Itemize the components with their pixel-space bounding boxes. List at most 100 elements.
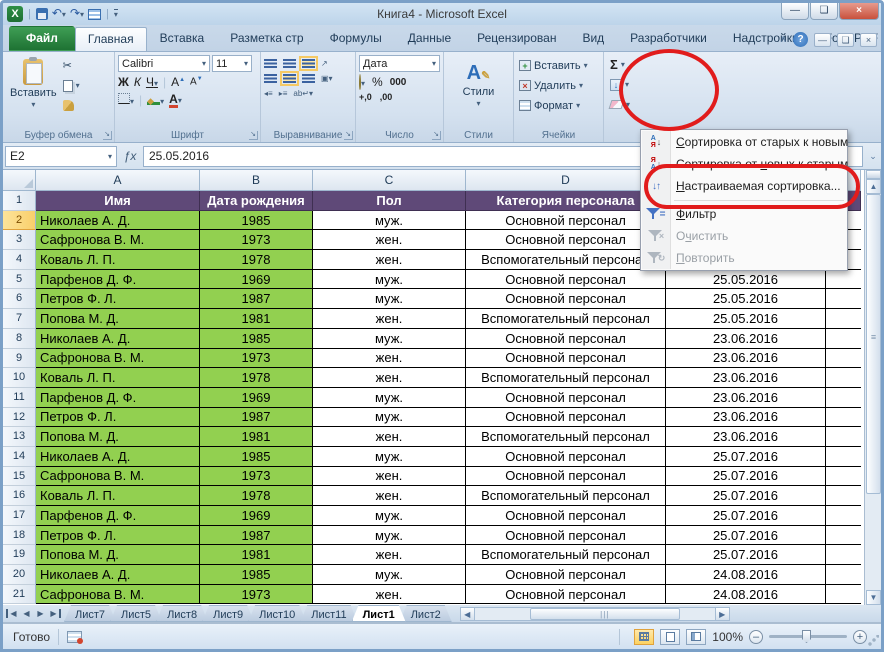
cell-gender[interactable]: жен. (313, 467, 466, 487)
cell-gender[interactable]: муж. (313, 289, 466, 309)
workbook-restore-icon[interactable]: ❏ (837, 33, 854, 47)
insert-cells-button[interactable]: +Вставить▾ (517, 57, 600, 74)
row-header[interactable]: 18 (3, 526, 36, 546)
workbook-close-icon[interactable]: × (860, 33, 877, 47)
comma-style-button[interactable]: 000 (390, 77, 407, 88)
cell-gender[interactable]: жен. (313, 309, 466, 329)
cell-name[interactable]: Петров Ф. Л. (36, 289, 200, 309)
cell-partial[interactable] (826, 506, 861, 526)
row-header[interactable]: 11 (3, 388, 36, 408)
cell-category[interactable]: Основной персонал (466, 211, 666, 231)
cell-gender[interactable]: муж. (313, 329, 466, 349)
sheet-tab-лист7[interactable]: Лист7 (64, 605, 116, 622)
column-header-c[interactable]: C (313, 170, 466, 191)
ribbon-tab-файл[interactable]: Файл (9, 26, 75, 51)
cell-category[interactable]: Основной персонал (466, 585, 666, 605)
row-header[interactable]: 20 (3, 565, 36, 585)
cell-name[interactable]: Николаев А. Д. (36, 447, 200, 467)
scroll-left-arrow[interactable]: ◀ (460, 607, 475, 621)
cell-partial[interactable] (826, 447, 861, 467)
zoom-out-button[interactable]: – (749, 630, 763, 644)
cell-partial[interactable] (826, 368, 861, 388)
styles-button[interactable]: А✎ Стили ▾ (447, 61, 510, 112)
font-name-combo[interactable]: Calibri▾ (118, 55, 210, 72)
cell-category[interactable]: Вспомогательный персонал (466, 427, 666, 447)
format-cells-button[interactable]: Формат▾ (517, 97, 600, 114)
cell-category[interactable]: Вспомогательный персонал (466, 486, 666, 506)
format-painter-button[interactable] (61, 97, 82, 114)
cell-date[interactable]: 25.07.2016 (666, 447, 826, 467)
ribbon-tab-вид[interactable]: Вид (569, 26, 617, 51)
scroll-down-arrow[interactable]: ▼ (866, 590, 881, 605)
macro-record-icon[interactable] (67, 631, 82, 643)
resize-grip[interactable] (867, 635, 879, 647)
cell-category[interactable]: Основной персонал (466, 526, 666, 546)
cell-name[interactable]: Парфенов Д. Ф. (36, 506, 200, 526)
row-header[interactable]: 2 (3, 211, 36, 231)
shrink-font-button[interactable]: А▼ (190, 76, 203, 87)
row-header[interactable]: 19 (3, 545, 36, 565)
cell-name[interactable]: Сафронова В. М. (36, 467, 200, 487)
cell-partial[interactable] (826, 270, 861, 290)
ribbon-tab-разметка-стр[interactable]: Разметка стр (217, 26, 316, 51)
row-header[interactable]: 8 (3, 329, 36, 349)
cell-birth-year[interactable]: 1985 (200, 329, 313, 349)
cell-date[interactable]: 25.07.2016 (666, 526, 826, 546)
next-sheet-icon[interactable]: ▶ (34, 609, 47, 618)
align-right-icon[interactable] (302, 74, 315, 83)
alignment-dialog-launcher[interactable]: ↘ (344, 131, 353, 140)
cell-partial[interactable] (826, 309, 861, 329)
wrap-text-icon[interactable]: ab↵▾ (293, 89, 313, 98)
autosum-button[interactable]: Σ▾ (608, 56, 632, 73)
cell-birth-year[interactable]: 1973 (200, 585, 313, 605)
column-header-d[interactable]: D (466, 170, 666, 191)
align-center-icon[interactable] (283, 74, 296, 83)
merge-center-icon[interactable]: ▣▾ (321, 74, 333, 83)
cell-birth-year[interactable]: 1978 (200, 486, 313, 506)
cell-birth-year[interactable]: 1981 (200, 427, 313, 447)
column-header-a[interactable]: A (36, 170, 200, 191)
delete-cells-button[interactable]: ×Удалить▾ (517, 77, 600, 94)
align-top-icon[interactable] (264, 59, 277, 68)
align-middle-icon[interactable] (283, 59, 296, 68)
cell-category[interactable]: Основной персонал (466, 447, 666, 467)
close-button[interactable]: × (839, 3, 879, 20)
restore-button[interactable]: ❏ (810, 3, 838, 20)
row-header[interactable]: 5 (3, 270, 36, 290)
cell-gender[interactable]: муж. (313, 270, 466, 290)
clipboard-dialog-launcher[interactable]: ↘ (103, 131, 112, 140)
ribbon-tab-данные[interactable]: Данные (395, 26, 464, 51)
fill-color-button[interactable]: ◆▾ (147, 93, 164, 107)
cell-date[interactable]: 24.08.2016 (666, 565, 826, 585)
ribbon-tab-разработчики[interactable]: Разработчики (617, 26, 720, 51)
borders-button[interactable]: ▾ (118, 93, 134, 107)
cell-partial[interactable] (826, 427, 861, 447)
cell-category[interactable]: Вспомогательный персонал (466, 250, 666, 270)
scroll-right-arrow[interactable]: ▶ (715, 607, 730, 621)
last-sheet-icon[interactable]: ▶ (48, 609, 61, 618)
cell-gender[interactable]: жен. (313, 230, 466, 250)
menu-item-filter[interactable]: =Фильтр (642, 203, 846, 225)
first-sheet-icon[interactable]: ◀ (6, 609, 19, 618)
row-header[interactable]: 1 (3, 191, 36, 211)
orientation-icon[interactable]: ↗ (321, 59, 328, 68)
sheet-tab-лист8[interactable]: Лист8 (156, 605, 208, 622)
row-header[interactable]: 13 (3, 427, 36, 447)
row-header[interactable]: 16 (3, 486, 36, 506)
row-header[interactable]: 9 (3, 349, 36, 369)
row-header[interactable]: 7 (3, 309, 36, 329)
cell-gender[interactable]: жен. (313, 545, 466, 565)
row-header[interactable]: 10 (3, 368, 36, 388)
cell-birth-year[interactable]: 1985 (200, 565, 313, 585)
cell-birth-year[interactable]: 1987 (200, 289, 313, 309)
cell-gender[interactable]: муж. (313, 388, 466, 408)
normal-view-button[interactable] (634, 629, 654, 645)
split-box[interactable] (866, 170, 881, 179)
cell-category[interactable]: Основной персонал (466, 388, 666, 408)
horizontal-scroll-thumb[interactable]: ||| (530, 608, 680, 620)
accounting-format-button[interactable]: ▾ (359, 75, 365, 89)
row-header[interactable]: 17 (3, 506, 36, 526)
cell-birth-year[interactable]: 1987 (200, 526, 313, 546)
underline-button[interactable]: Ч▾ (146, 75, 158, 89)
grow-font-button[interactable]: А▲ (171, 75, 185, 89)
